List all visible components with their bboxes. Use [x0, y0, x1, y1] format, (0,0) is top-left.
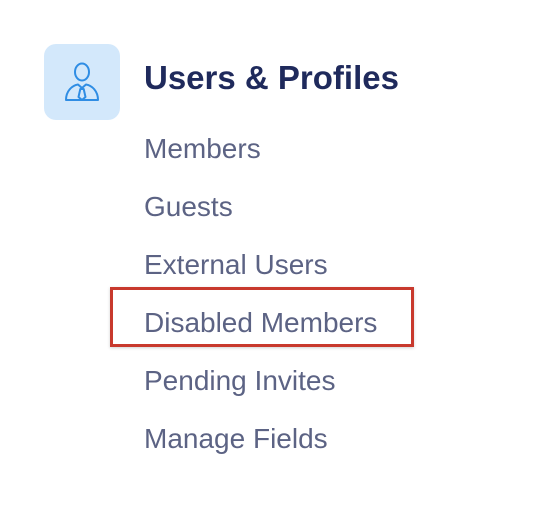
- user-profile-icon: [65, 62, 99, 101]
- menu-item-pending-invites[interactable]: Pending Invites: [144, 352, 377, 410]
- menu-item-manage-fields[interactable]: Manage Fields: [144, 410, 377, 468]
- menu-item-guests[interactable]: Guests: [144, 178, 377, 236]
- menu-item-members[interactable]: Members: [144, 120, 377, 178]
- menu-item-disabled-members[interactable]: Disabled Members: [144, 294, 377, 352]
- users-profiles-menu: Members Guests External Users Disabled M…: [144, 120, 377, 468]
- users-profiles-icon-tile: [44, 44, 120, 120]
- menu-item-external-users[interactable]: External Users: [144, 236, 377, 294]
- section-title: Users & Profiles: [144, 59, 399, 96]
